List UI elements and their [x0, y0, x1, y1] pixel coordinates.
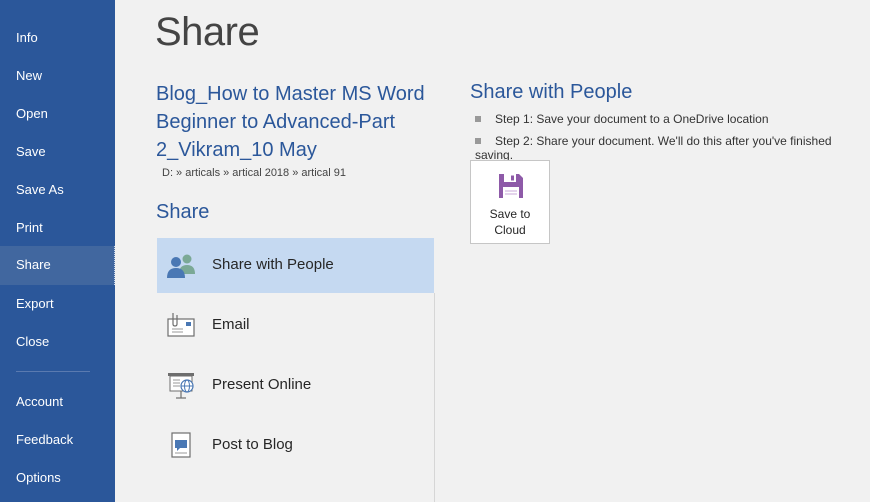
page-title: Share [155, 10, 260, 54]
share-with-people-label: Share with People [212, 256, 334, 273]
share-with-people-heading: Share with People [470, 81, 633, 103]
share-options-list: Share with People Email Present Online P… [157, 238, 434, 478]
email-option[interactable]: Email [157, 298, 434, 353]
people-icon [165, 249, 197, 281]
nav-share[interactable]: Share [0, 246, 115, 285]
nav-save[interactable]: Save [0, 133, 115, 171]
step-2: Step 2: Share your document. We'll do th… [475, 134, 870, 162]
save-to-cloud-button[interactable]: Save to Cloud [470, 160, 550, 244]
nav-new[interactable]: New [0, 57, 115, 95]
nav-print[interactable]: Print [0, 209, 115, 247]
nav-open[interactable]: Open [0, 95, 115, 133]
bullet-icon [475, 137, 481, 144]
panel-divider [434, 293, 435, 502]
backstage-sidebar: Info New Open Save Save As Print Share E… [0, 0, 115, 502]
step-2-text: Step 2: Share your document. We'll do th… [475, 134, 832, 162]
share-with-people-option[interactable]: Share with People [157, 238, 434, 293]
email-icon [165, 309, 197, 341]
present-online-label: Present Online [212, 376, 312, 393]
bullet-icon [475, 115, 481, 122]
present-online-option[interactable]: Present Online [157, 358, 434, 413]
step-1: Step 1: Save your document to a OneDrive… [475, 112, 769, 126]
nav-info[interactable]: Info [0, 19, 115, 57]
save-to-cloud-label: Save to Cloud [471, 206, 549, 238]
nav-account[interactable]: Account [0, 383, 115, 421]
share-heading: Share [156, 201, 210, 223]
document-path: D: » articals » artical 2018 » artical 9… [162, 167, 347, 179]
email-label: Email [212, 316, 250, 333]
nav-save-as[interactable]: Save As [0, 171, 115, 209]
save-to-cloud-label-line2: Cloud [494, 223, 526, 237]
nav-export[interactable]: Export [0, 285, 115, 323]
document-title: Blog_How to Master MS Word Beginner to A… [156, 83, 425, 161]
post-to-blog-option[interactable]: Post to Blog [157, 418, 434, 473]
nav-close[interactable]: Close [0, 323, 115, 361]
floppy-disk-icon [498, 173, 524, 199]
blog-icon [165, 429, 197, 461]
step-1-text: Step 1: Save your document to a OneDrive… [495, 112, 769, 126]
post-to-blog-label: Post to Blog [212, 436, 293, 453]
present-online-icon [165, 369, 197, 401]
nav-feedback[interactable]: Feedback [0, 421, 115, 459]
nav-separator [16, 371, 90, 372]
nav-options[interactable]: Options [0, 459, 115, 497]
save-to-cloud-label-line1: Save to [489, 207, 531, 221]
